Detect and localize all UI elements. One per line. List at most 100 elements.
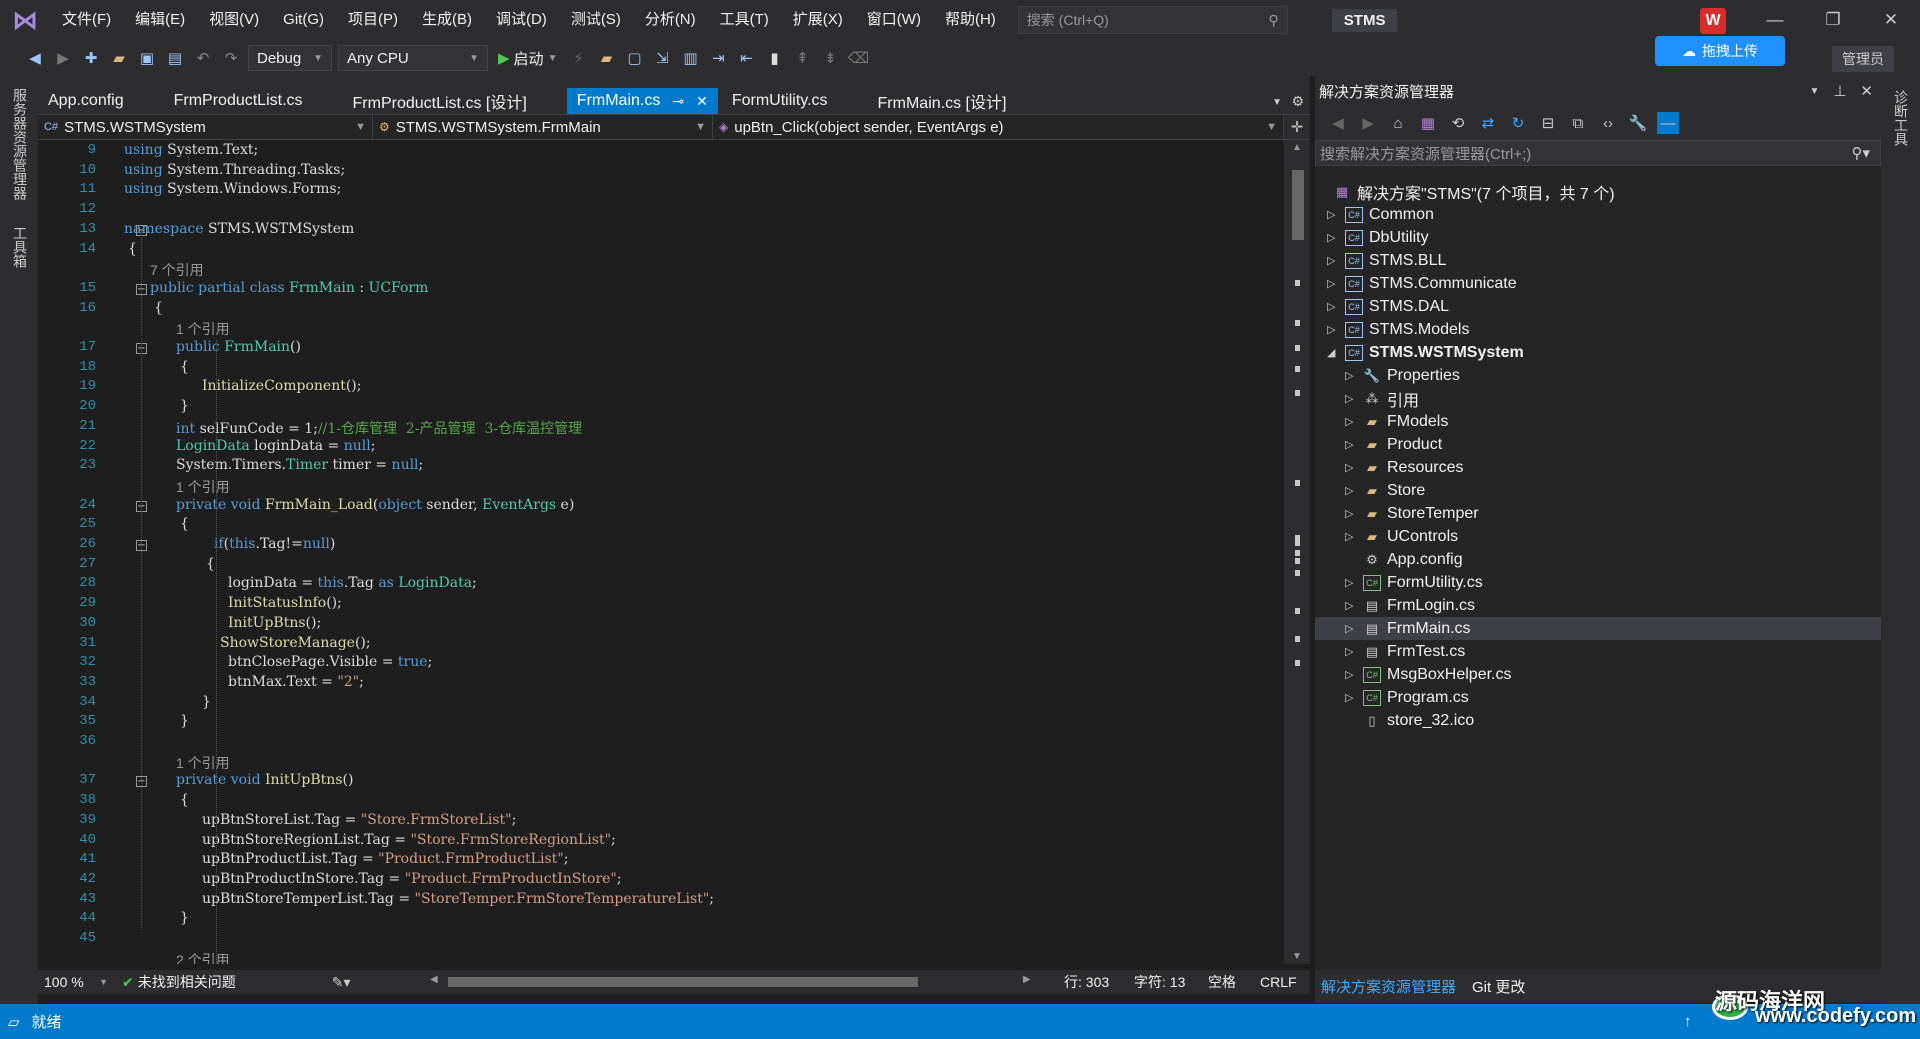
user-avatar[interactable]: W bbox=[1700, 8, 1726, 34]
tree-node[interactable]: ▷ C# Program.cs bbox=[1315, 686, 1881, 709]
tree-node[interactable]: ▷ ▤ FrmMain.cs bbox=[1315, 617, 1881, 641]
tree-node[interactable]: ▷ ▰ Resources bbox=[1315, 456, 1881, 479]
menu-item-9[interactable]: 工具(T) bbox=[708, 0, 781, 40]
code-line[interactable]: 30 InitUpBtns(); bbox=[38, 615, 1284, 635]
collapsed-arrow-icon[interactable]: ▷ bbox=[1345, 691, 1353, 704]
undo-icon[interactable]: ↶ bbox=[192, 47, 214, 69]
code-line[interactable]: 23 System.Timers.Timer timer = null; bbox=[38, 457, 1284, 477]
tree-node[interactable]: ▷ C# MsgBoxHelper.cs bbox=[1315, 663, 1881, 686]
screen-icon[interactable]: ▢ bbox=[623, 47, 645, 69]
collapsed-arrow-icon[interactable]: ▷ bbox=[1327, 277, 1335, 290]
collapsed-arrow-icon[interactable]: ▷ bbox=[1345, 438, 1353, 451]
step-icon[interactable]: ⇲ bbox=[651, 47, 673, 69]
chevron-down-icon[interactable]: ▼ bbox=[1809, 86, 1819, 97]
start-button[interactable]: ▶ 启动 ▼ bbox=[494, 48, 561, 69]
char-indicator[interactable]: 字符: 13 bbox=[1134, 972, 1185, 992]
collapsed-arrow-icon[interactable]: ▷ bbox=[1327, 231, 1335, 244]
tree-node[interactable]: ▷ C# STMS.DAL bbox=[1315, 295, 1881, 318]
view-code-icon[interactable]: ‹› bbox=[1597, 112, 1619, 134]
collapsed-arrow-icon[interactable]: ▷ bbox=[1345, 576, 1353, 589]
code-line[interactable]: 33 btnMax.Text = "2"; bbox=[38, 674, 1284, 694]
code-line[interactable]: 21 int selFunCode = 1;//1-仓库管理 2-产品管理 3-仓… bbox=[38, 418, 1284, 438]
bookmark-icon[interactable]: ▮ bbox=[763, 47, 785, 69]
spacing-indicator[interactable]: 空格 bbox=[1208, 972, 1236, 992]
member-dropdown[interactable]: ◈ upBtn_Click(object sender, EventArgs e… bbox=[713, 115, 1284, 139]
collapsed-arrow-icon[interactable]: ▷ bbox=[1345, 645, 1353, 658]
code-line[interactable]: 26− if(this.Tag!=null) bbox=[38, 536, 1284, 556]
output-icon[interactable]: ▱ bbox=[8, 1013, 20, 1031]
code-line[interactable]: 18 { bbox=[38, 359, 1284, 379]
code-line[interactable]: 38 { bbox=[38, 792, 1284, 812]
tree-node[interactable]: ▷ C# Common bbox=[1315, 203, 1881, 226]
menu-item-4[interactable]: 项目(P) bbox=[336, 0, 410, 40]
collapsed-arrow-icon[interactable]: ▷ bbox=[1345, 369, 1353, 382]
code-line[interactable]: 36 bbox=[38, 733, 1284, 753]
collapsed-arrow-icon[interactable]: ▷ bbox=[1345, 392, 1353, 405]
solution-search-input[interactable]: 搜索解决方案资源管理器(Ctrl+;) ⚲▾ bbox=[1315, 140, 1881, 166]
open-folder-icon[interactable]: ▰ bbox=[108, 47, 130, 69]
back-icon[interactable]: ◀ bbox=[24, 47, 46, 69]
save-all-icon[interactable]: ▤ bbox=[164, 47, 186, 69]
configuration-select[interactable]: Debug ▼ bbox=[248, 45, 332, 71]
code-line[interactable]: 28 loginData = this.Tag as LoginData; bbox=[38, 575, 1284, 595]
collapse-all-icon[interactable]: ⊟ bbox=[1537, 112, 1559, 134]
tree-node[interactable]: ▷ C# DbUtility bbox=[1315, 226, 1881, 249]
code-area[interactable]: 9 using System.Text; 10 using System.Thread… bbox=[38, 140, 1284, 964]
code-line[interactable]: 2 个引用 bbox=[38, 950, 1284, 964]
gear-icon[interactable]: ⚙ bbox=[1291, 93, 1304, 110]
tree-node[interactable]: ▷ ▤ FrmTest.cs bbox=[1315, 640, 1881, 663]
admin-badge[interactable]: 管理员 bbox=[1832, 46, 1894, 72]
search-icon[interactable]: ⚲▾ bbox=[1851, 144, 1870, 162]
code-line[interactable]: 27 { bbox=[38, 556, 1284, 576]
collapsed-arrow-icon[interactable]: ▷ bbox=[1327, 254, 1335, 267]
reference-count-link[interactable]: 7 个引用 bbox=[150, 260, 204, 280]
layout-icon[interactable]: ▥ bbox=[679, 47, 701, 69]
outdent-icon[interactable]: ⇤ bbox=[735, 47, 757, 69]
menu-item-10[interactable]: 扩展(X) bbox=[781, 0, 855, 40]
code-line[interactable]: 39 upBtnStoreList.Tag = "Store.FrmStoreLi… bbox=[38, 812, 1284, 832]
tree-node[interactable]: ▷ ⁂ 引用 bbox=[1315, 387, 1881, 410]
menu-item-7[interactable]: 测试(S) bbox=[559, 0, 633, 40]
sync-icon[interactable]: ⇄ bbox=[1477, 112, 1499, 134]
tree-node[interactable]: ▷ ▤ FrmLogin.cs bbox=[1315, 594, 1881, 617]
tree-node[interactable]: ▷ ▰ Store bbox=[1315, 479, 1881, 502]
pin-icon[interactable]: ⊸ bbox=[672, 93, 684, 110]
collapsed-arrow-icon[interactable]: ▷ bbox=[1345, 484, 1353, 497]
code-line[interactable]: 16 { bbox=[38, 300, 1284, 320]
eol-indicator[interactable]: CRLF bbox=[1260, 974, 1297, 990]
code-line[interactable]: 29 InitStatusInfo(); bbox=[38, 595, 1284, 615]
restore-icon[interactable]: ❐ bbox=[1810, 0, 1856, 40]
code-line[interactable]: 13− namespace STMS.WSTMSystem bbox=[38, 221, 1284, 241]
tab-git-changes[interactable]: Git 更改 bbox=[1472, 976, 1525, 997]
zoom-select[interactable]: 100 % ▼ bbox=[38, 974, 108, 990]
code-line[interactable]: 22 LoginData loginData = null; bbox=[38, 438, 1284, 458]
server-explorer-tab[interactable]: 服务器资源管理器 bbox=[10, 88, 30, 200]
close-icon[interactable]: ✕ bbox=[696, 93, 708, 110]
code-line[interactable]: 44} bbox=[38, 910, 1284, 930]
code-line[interactable]: 1 个引用 bbox=[38, 477, 1284, 497]
platform-select[interactable]: Any CPU ▼ bbox=[338, 45, 488, 71]
scroll-down-icon[interactable]: ▼ bbox=[1292, 951, 1302, 962]
pending-changes-icon[interactable]: ⟲ bbox=[1447, 112, 1469, 134]
forward-icon[interactable]: ▶ bbox=[1357, 112, 1379, 134]
menu-item-3[interactable]: Git(G) bbox=[271, 0, 336, 40]
forward-icon[interactable]: ▶ bbox=[52, 47, 74, 69]
refresh-icon[interactable]: ↻ bbox=[1507, 112, 1529, 134]
close-icon[interactable]: ✕ bbox=[1860, 82, 1873, 100]
search-input[interactable]: 搜索 (Ctrl+Q) ⚲ bbox=[1017, 6, 1288, 34]
code-line[interactable]: 35} bbox=[38, 713, 1284, 733]
menu-item-12[interactable]: 帮助(H) bbox=[933, 0, 1008, 40]
collapsed-arrow-icon[interactable]: ▷ bbox=[1345, 415, 1353, 428]
tree-node[interactable]: ◢ C# STMS.WSTMSystem bbox=[1315, 341, 1881, 364]
tab-solution-explorer[interactable]: 解决方案资源管理器 bbox=[1321, 976, 1456, 997]
tree-node[interactable]: ▷ ▰ FModels bbox=[1315, 410, 1881, 433]
collapsed-arrow-icon[interactable]: ▷ bbox=[1327, 300, 1335, 313]
issues-indicator[interactable]: ✔ 未找到相关问题 bbox=[122, 972, 236, 992]
code-line[interactable]: 40 upBtnStoreRegionList.Tag = "Store.FrmS… bbox=[38, 832, 1284, 852]
code-line[interactable]: 42 upBtnProductInStore.Tag = "Product.Frm… bbox=[38, 871, 1284, 891]
tab-overflow-icon[interactable]: ▼ bbox=[1272, 97, 1282, 108]
hot-reload-icon[interactable]: ⚡ bbox=[567, 47, 589, 69]
menu-item-2[interactable]: 视图(V) bbox=[197, 0, 271, 40]
collapsed-arrow-icon[interactable]: ▷ bbox=[1345, 507, 1353, 520]
code-line[interactable]: 7 个引用 bbox=[38, 260, 1284, 280]
